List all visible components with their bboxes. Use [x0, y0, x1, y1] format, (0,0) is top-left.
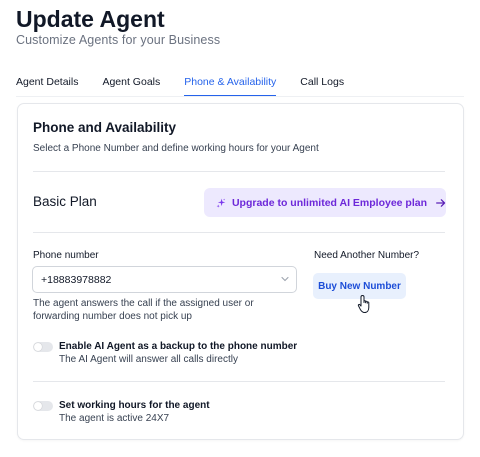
page-title: Update Agent	[16, 6, 165, 32]
phone-number-value: +18883978882	[41, 273, 112, 286]
tab-agent-goals[interactable]: Agent Goals	[102, 77, 160, 96]
phone-helper-text: The agent answers the call if the assign…	[33, 298, 254, 322]
sparkle-icon	[216, 198, 226, 208]
phone-number-label: Phone number	[33, 250, 99, 261]
need-number-label: Need Another Number?	[314, 250, 420, 261]
arrow-right-icon	[436, 198, 446, 207]
tab-phone-availability[interactable]: Phone & Availability	[184, 77, 277, 96]
page-subtitle: Customize Agents for your Business	[16, 33, 221, 47]
backup-toggle-subtitle: The AI Agent will answer all calls direc…	[59, 354, 238, 365]
divider	[33, 171, 445, 172]
working-hours-toggle[interactable]	[33, 401, 53, 411]
plan-title: Basic Plan	[33, 194, 97, 209]
working-hours-toggle-subtitle: The agent is active 24X7	[59, 413, 170, 424]
tab-bar: Agent Details Agent Goals Phone & Availa…	[16, 77, 464, 96]
section-title: Phone and Availability	[33, 120, 177, 135]
backup-toggle[interactable]	[33, 342, 53, 352]
phone-number-select[interactable]: +18883978882	[32, 266, 297, 293]
backup-toggle-row: Enable AI Agent as a backup to the phone…	[33, 340, 297, 366]
upgrade-plan-label: Upgrade to unlimited AI Employee plan	[231, 196, 428, 209]
upgrade-plan-button[interactable]: Upgrade to unlimited AI Employee plan	[204, 188, 446, 217]
backup-toggle-title: Enable AI Agent as a backup to the phone…	[59, 341, 298, 352]
divider	[33, 381, 445, 382]
chevron-down-icon	[281, 276, 289, 282]
hand-pointer-cursor-icon	[357, 295, 370, 313]
divider	[33, 232, 445, 233]
section-description: Select a Phone Number and define working…	[33, 143, 319, 154]
working-hours-toggle-row: Set working hours for the agent The agen…	[33, 399, 210, 425]
tab-agent-details[interactable]: Agent Details	[16, 77, 78, 96]
tab-call-logs[interactable]: Call Logs	[300, 77, 344, 96]
tab-divider	[16, 96, 464, 97]
working-hours-toggle-title: Set working hours for the agent	[59, 400, 210, 411]
